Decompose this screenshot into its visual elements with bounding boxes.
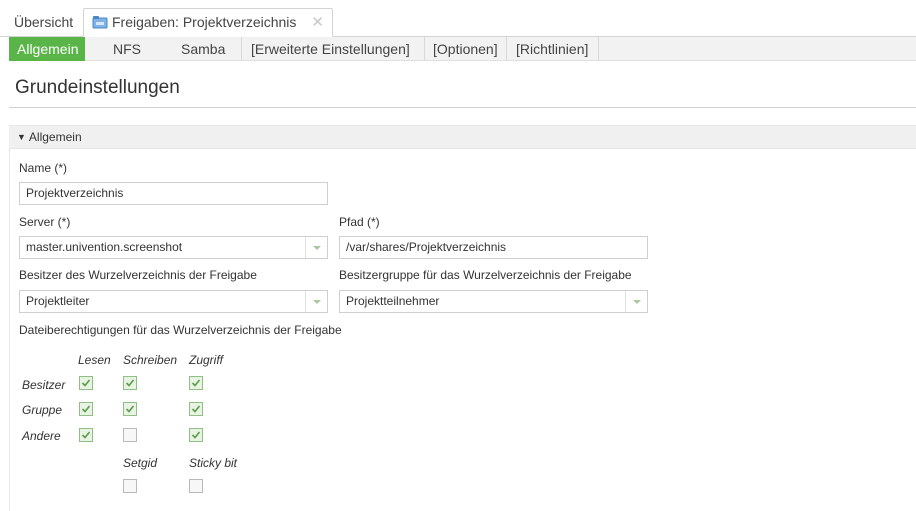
owner-select-value: Projektleiter: [26, 294, 90, 308]
group-select[interactable]: Projektteilnehmer: [339, 290, 648, 313]
chevron-down-icon[interactable]: [305, 237, 327, 258]
checkmark-icon: [125, 379, 135, 387]
collapse-triangle-icon: ▼: [17, 132, 26, 142]
checkmark-icon: [191, 379, 201, 387]
checkmark-icon: [81, 431, 91, 439]
subtab-policies[interactable]: [Richtlinien]: [508, 37, 596, 61]
subtab-options[interactable]: [Optionen]: [425, 37, 506, 61]
chevron-down-icon[interactable]: [305, 291, 327, 312]
group-label: Besitzergruppe für das Wurzelverzeichnis…: [339, 268, 632, 282]
tab-overview-label: Übersicht: [14, 14, 74, 30]
perm-col-setgid: Setgid: [123, 456, 158, 470]
subtab-policies-label: [Richtlinien]: [516, 41, 589, 57]
tab-overview[interactable]: Übersicht: [8, 9, 79, 38]
path-label: Pfad (*): [339, 215, 380, 229]
name-input[interactable]: Projektverzeichnis: [19, 182, 328, 205]
server-label: Server (*): [19, 215, 71, 229]
subtab-general[interactable]: Allgemein: [9, 37, 85, 61]
tab-shares-project[interactable]: Freigaben: Projektverzeichnis ✕: [83, 8, 333, 37]
subtab-divider: [241, 37, 242, 61]
subtab-samba-label: Samba: [181, 41, 226, 57]
perm-checkbox-setgid[interactable]: [123, 479, 137, 493]
section-border: [9, 149, 10, 511]
path-input[interactable]: /var/shares/Projektverzeichnis: [339, 236, 648, 259]
owner-label: Besitzer des Wurzelverzeichnis der Freig…: [19, 268, 257, 282]
perm-col-write: Schreiben: [123, 353, 178, 367]
perm-checkbox-group-access[interactable]: [189, 402, 203, 416]
checkmark-icon: [125, 405, 135, 413]
owner-select[interactable]: Projektleiter: [19, 290, 328, 313]
server-select[interactable]: master.univention.screenshot: [19, 236, 328, 259]
section-general-title: Allgemein: [28, 130, 82, 144]
tab-shares-label: Freigaben: Projektverzeichnis: [112, 14, 297, 30]
subtab-divider: [598, 37, 599, 61]
checkmark-icon: [81, 379, 91, 387]
perm-checkbox-owner-read[interactable]: [79, 376, 93, 390]
subtab-general-label: Allgemein: [17, 41, 79, 57]
subtab-advanced[interactable]: [Erweiterte Einstellungen]: [243, 37, 418, 61]
subtab-nfs[interactable]: NFS: [105, 37, 149, 61]
subtab-samba[interactable]: Samba: [173, 37, 233, 61]
perm-row-other: Andere: [22, 429, 61, 443]
perm-checkbox-other-access[interactable]: [189, 428, 203, 442]
perm-checkbox-other-read[interactable]: [79, 428, 93, 442]
server-select-value: master.univention.screenshot: [26, 240, 183, 254]
perm-row-group: Gruppe: [22, 403, 63, 417]
subtab-divider: [506, 37, 507, 61]
perm-col-access: Zugriff: [189, 353, 224, 367]
subtab-advanced-label: [Erweiterte Einstellungen]: [251, 41, 410, 57]
path-input-value: /var/shares/Projektverzeichnis: [346, 240, 507, 254]
title-divider: [9, 107, 916, 108]
checkmark-icon: [191, 405, 201, 413]
name-input-value: Projektverzeichnis: [26, 186, 124, 200]
close-icon[interactable]: ✕: [311, 9, 324, 36]
subtab-nfs-label: NFS: [113, 41, 141, 57]
chevron-down-icon[interactable]: [625, 291, 647, 312]
section-general-header[interactable]: ▼ Allgemein: [9, 125, 916, 149]
perm-col-read: Lesen: [78, 353, 111, 367]
perm-row-owner: Besitzer: [22, 378, 66, 392]
share-folder-icon: [92, 16, 108, 29]
perm-checkbox-owner-access[interactable]: [189, 376, 203, 390]
checkmark-icon: [191, 431, 201, 439]
page-title: Grundeinstellungen: [15, 77, 180, 98]
perm-checkbox-other-write[interactable]: [123, 428, 137, 442]
sub-tab-bar: Allgemein NFS Samba [Erweiterte Einstell…: [9, 37, 916, 61]
checkmark-icon: [81, 405, 91, 413]
perm-col-sticky: Sticky bit: [189, 456, 238, 470]
perm-checkbox-group-read[interactable]: [79, 402, 93, 416]
group-select-value: Projektteilnehmer: [346, 294, 440, 308]
perm-checkbox-owner-write[interactable]: [123, 376, 137, 390]
permissions-label: Dateiberechtigungen für das Wurzelverzei…: [19, 323, 342, 337]
subtab-options-label: [Optionen]: [433, 41, 498, 57]
name-label: Name (*): [19, 161, 68, 175]
perm-checkbox-sticky-bit[interactable]: [189, 479, 203, 493]
top-tab-bar: Übersicht Freigaben: Projektverzeichnis …: [0, 0, 916, 37]
perm-checkbox-group-write[interactable]: [123, 402, 137, 416]
